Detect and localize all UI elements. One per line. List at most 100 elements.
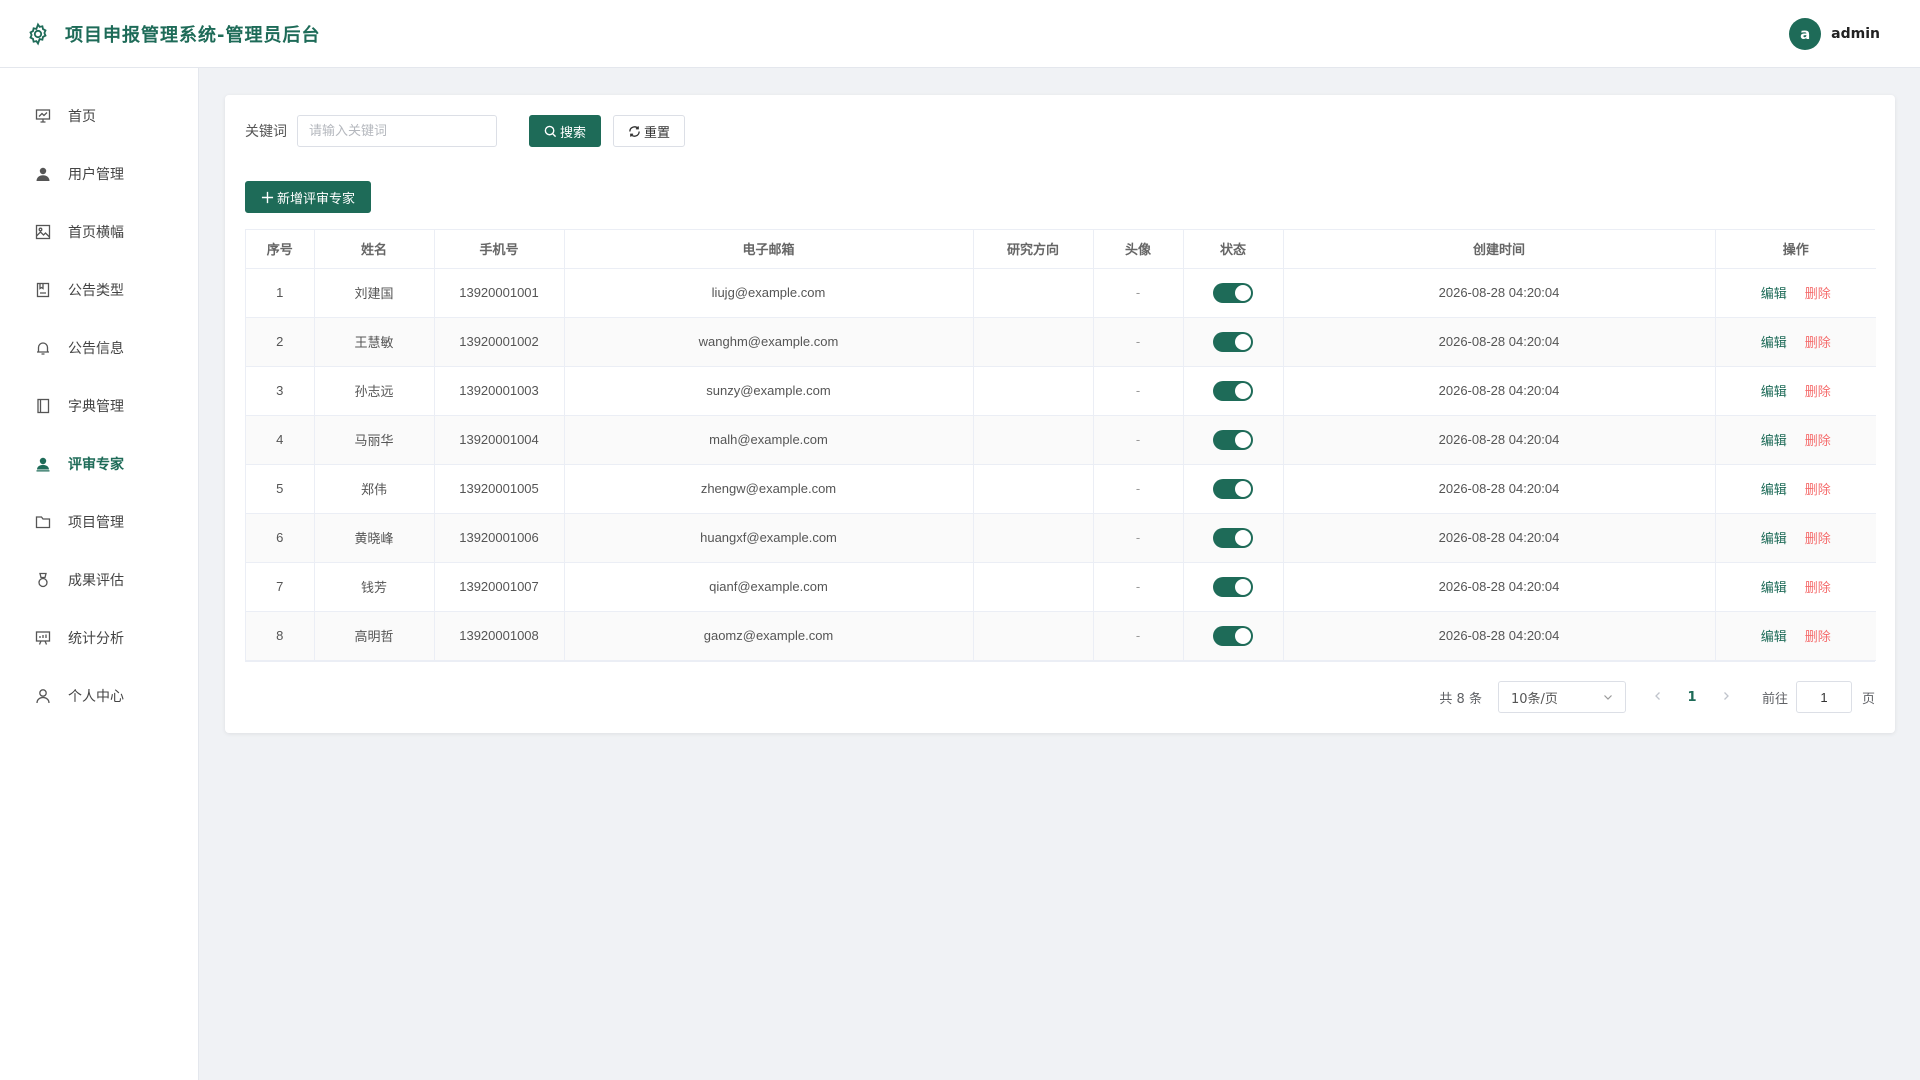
user-outline-icon bbox=[34, 687, 52, 705]
sidebar-item-evaluation[interactable]: 成果评估 bbox=[0, 551, 198, 609]
sidebar-item-projects[interactable]: 项目管理 bbox=[0, 493, 198, 551]
delete-button[interactable]: 删除 bbox=[1805, 532, 1831, 547]
cell-created: 2026-08-28 04:20:04 bbox=[1283, 464, 1716, 514]
reset-button-label: 重置 bbox=[644, 125, 671, 141]
status-toggle[interactable] bbox=[1213, 576, 1253, 597]
edit-button[interactable]: 编辑 bbox=[1761, 630, 1787, 645]
table-row: 4 马丽华 13920001004 malh@example.com - 2026-08-… bbox=[246, 415, 1876, 465]
table-row: 6 黄晓峰 13920001006 huangxf@example.com - 2026-… bbox=[246, 513, 1876, 563]
sidebar-item-label: 公告类型 bbox=[68, 283, 124, 299]
sidebar-item-users[interactable]: 用户管理 bbox=[0, 145, 198, 203]
username[interactable]: admin bbox=[1831, 26, 1880, 42]
cell-email: huangxf@example.com bbox=[564, 513, 974, 563]
status-toggle[interactable] bbox=[1213, 625, 1253, 646]
edit-button[interactable]: 编辑 bbox=[1761, 434, 1787, 449]
column-header-email: 电子邮箱 bbox=[564, 230, 974, 269]
edit-button[interactable]: 编辑 bbox=[1761, 532, 1787, 547]
sidebar-item-statistics[interactable]: 统计分析 bbox=[0, 609, 198, 667]
status-toggle[interactable] bbox=[1213, 527, 1253, 548]
cell-research bbox=[973, 513, 1094, 563]
notebook-icon bbox=[34, 281, 52, 299]
sidebar-item-label: 首页 bbox=[68, 109, 96, 125]
chevron-down-icon bbox=[1604, 695, 1612, 700]
keyword-input[interactable] bbox=[297, 115, 497, 147]
cell-status bbox=[1183, 268, 1284, 318]
cell-status bbox=[1183, 415, 1284, 465]
delete-button[interactable]: 删除 bbox=[1805, 287, 1831, 302]
cell-status bbox=[1183, 366, 1284, 416]
data-board-icon bbox=[34, 629, 52, 647]
sidebar-item-home[interactable]: 首页 bbox=[0, 87, 198, 145]
goto-page-input[interactable] bbox=[1795, 681, 1852, 713]
edit-button[interactable]: 编辑 bbox=[1761, 336, 1787, 351]
edit-button[interactable]: 编辑 bbox=[1761, 581, 1787, 596]
cell-status bbox=[1183, 611, 1284, 661]
reset-button[interactable]: 重置 bbox=[613, 115, 686, 147]
cell-name: 高明哲 bbox=[314, 611, 435, 661]
cell-index: 5 bbox=[246, 464, 315, 514]
status-toggle[interactable] bbox=[1213, 478, 1253, 499]
sidebar-item-notice-type[interactable]: 公告类型 bbox=[0, 261, 198, 319]
cell-avatar: - bbox=[1093, 415, 1184, 465]
cell-index: 4 bbox=[246, 415, 315, 465]
delete-button[interactable]: 删除 bbox=[1805, 630, 1831, 645]
cell-email: zhengw@example.com bbox=[564, 464, 974, 514]
cell-name: 钱芳 bbox=[314, 562, 435, 612]
expert-table: 序号 姓名 手机号 电子邮箱 研究方向 头像 状态 创建时间 操作 1 刘建国 13… bbox=[245, 229, 1876, 662]
cell-status bbox=[1183, 513, 1284, 563]
toggle-knob bbox=[1235, 284, 1251, 301]
cell-status bbox=[1183, 317, 1284, 367]
search-button[interactable]: 搜索 bbox=[529, 115, 602, 147]
next-page-button[interactable] bbox=[1712, 690, 1740, 705]
delete-button[interactable]: 删除 bbox=[1805, 483, 1831, 498]
delete-button[interactable]: 删除 bbox=[1805, 385, 1831, 400]
status-toggle[interactable] bbox=[1213, 282, 1253, 303]
edit-button[interactable]: 编辑 bbox=[1761, 385, 1787, 400]
cell-actions: 编辑 删除 bbox=[1715, 562, 1876, 612]
delete-button[interactable]: 删除 bbox=[1805, 336, 1831, 351]
cell-research bbox=[973, 464, 1094, 514]
column-header-status: 状态 bbox=[1183, 230, 1284, 269]
column-header-avatar: 头像 bbox=[1093, 230, 1184, 269]
keyword-label: 关键词 bbox=[245, 124, 287, 140]
goto-label: 前往 bbox=[1761, 691, 1788, 707]
cell-index: 2 bbox=[246, 317, 315, 367]
delete-button[interactable]: 删除 bbox=[1805, 581, 1831, 596]
cell-index: 8 bbox=[246, 611, 315, 661]
toggle-knob bbox=[1235, 382, 1251, 399]
edit-button[interactable]: 编辑 bbox=[1761, 287, 1787, 302]
cell-avatar: - bbox=[1093, 366, 1184, 416]
page-size-select[interactable]: 10条/页 bbox=[1497, 681, 1626, 713]
avatar[interactable]: a bbox=[1789, 18, 1822, 50]
edit-button[interactable]: 编辑 bbox=[1761, 483, 1787, 498]
sidebar-item-experts[interactable]: 评审专家 bbox=[0, 435, 198, 493]
table-row: 1 刘建国 13920001001 liujg@example.com - 2026-08… bbox=[246, 268, 1876, 318]
chevron-right-icon bbox=[1724, 691, 1729, 700]
cell-created: 2026-08-28 04:20:04 bbox=[1283, 562, 1716, 612]
sidebar-item-dictionary[interactable]: 字典管理 bbox=[0, 377, 198, 435]
sidebar-item-label: 公告信息 bbox=[68, 341, 124, 357]
delete-button[interactable]: 删除 bbox=[1805, 434, 1831, 449]
user-menu[interactable]: a admin bbox=[1789, 18, 1880, 50]
gear-icon bbox=[25, 21, 51, 47]
status-toggle[interactable] bbox=[1213, 429, 1253, 450]
sidebar-item-label: 首页横幅 bbox=[68, 225, 124, 241]
goto-unit: 页 bbox=[1861, 691, 1875, 707]
column-header-name: 姓名 bbox=[314, 230, 435, 269]
cell-avatar: - bbox=[1093, 268, 1184, 318]
cell-actions: 编辑 删除 bbox=[1715, 317, 1876, 367]
status-toggle[interactable] bbox=[1213, 331, 1253, 352]
total-count: 共 8 条 bbox=[1439, 691, 1482, 707]
page-number-current[interactable]: 1 bbox=[1678, 690, 1706, 705]
app-title: 项目申报管理系统-管理员后台 bbox=[65, 24, 321, 46]
cell-created: 2026-08-28 04:20:04 bbox=[1283, 611, 1716, 661]
medal-icon bbox=[34, 571, 52, 589]
sidebar-item-profile[interactable]: 个人中心 bbox=[0, 667, 198, 725]
sidebar-item-banner[interactable]: 首页横幅 bbox=[0, 203, 198, 261]
add-expert-button[interactable]: 新增评审专家 bbox=[245, 181, 372, 213]
sidebar-item-notice-info[interactable]: 公告信息 bbox=[0, 319, 198, 377]
table-row: 2 王慧敏 13920001002 wanghm@example.com - 2026-0… bbox=[246, 317, 1876, 367]
sidebar-item-label: 评审专家 bbox=[68, 457, 124, 473]
status-toggle[interactable] bbox=[1213, 380, 1253, 401]
prev-page-button[interactable] bbox=[1644, 690, 1672, 705]
